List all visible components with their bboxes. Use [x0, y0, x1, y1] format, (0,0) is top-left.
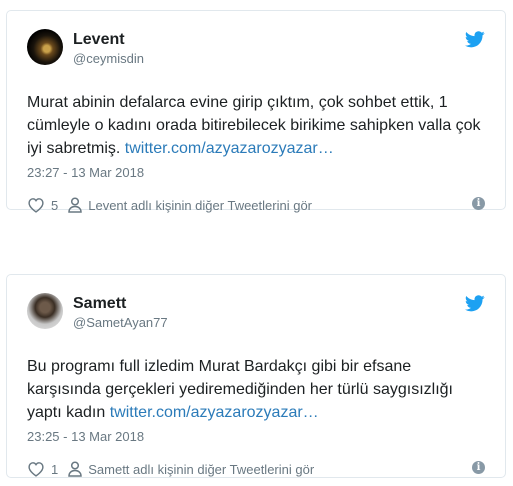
tweet-header: Samett @SametAyan77 [27, 289, 485, 335]
info-icon[interactable]: i [472, 461, 485, 474]
like-count[interactable]: 1 [51, 462, 58, 477]
person-icon [68, 461, 82, 477]
tweet-header: Levent @ceymisdin [27, 25, 485, 71]
tweet-link[interactable]: twitter.com/azyazarozyazar… [125, 140, 334, 157]
tweet-card: Levent @ceymisdin Murat abinin defalarca… [6, 10, 506, 213]
avatar[interactable] [27, 29, 63, 65]
tweet-datetime[interactable]: 23:27 - 13 Mar 2018 [27, 165, 485, 180]
person-icon [68, 197, 82, 213]
author-handle[interactable]: @ceymisdin [73, 51, 144, 66]
tweet-text: Bu programı full izledim Murat Bardakçı … [27, 355, 485, 424]
author-name[interactable]: Levent [73, 31, 125, 49]
more-tweets-link[interactable]: Samett adlı kişinin diğer Tweetlerini gö… [88, 462, 314, 477]
info-icon[interactable]: i [472, 197, 485, 210]
twitter-bird-icon[interactable] [465, 295, 485, 312]
tweet-footer: 1 Samett adlı kişinin diğer Tweetlerini … [27, 459, 485, 479]
heart-icon[interactable] [27, 461, 45, 477]
twitter-bird-icon[interactable] [465, 31, 485, 48]
more-tweets-link[interactable]: Levent adlı kişinin diğer Tweetlerini gö… [88, 198, 312, 213]
tweet-link[interactable]: twitter.com/azyazarozyazar… [110, 404, 319, 421]
avatar[interactable] [27, 293, 63, 329]
tweet-text: Murat abinin defalarca evine girip çıktı… [27, 91, 485, 160]
tweet-card: Samett @SametAyan77 Bu programı full izl… [6, 274, 506, 478]
heart-icon[interactable] [27, 197, 45, 213]
tweet-footer: 5 Levent adlı kişinin diğer Tweetlerini … [27, 195, 485, 215]
author-handle[interactable]: @SametAyan77 [73, 315, 168, 330]
tweet-datetime[interactable]: 23:25 - 13 Mar 2018 [27, 429, 485, 444]
author-name[interactable]: Samett [73, 295, 126, 313]
like-count[interactable]: 5 [51, 198, 58, 213]
